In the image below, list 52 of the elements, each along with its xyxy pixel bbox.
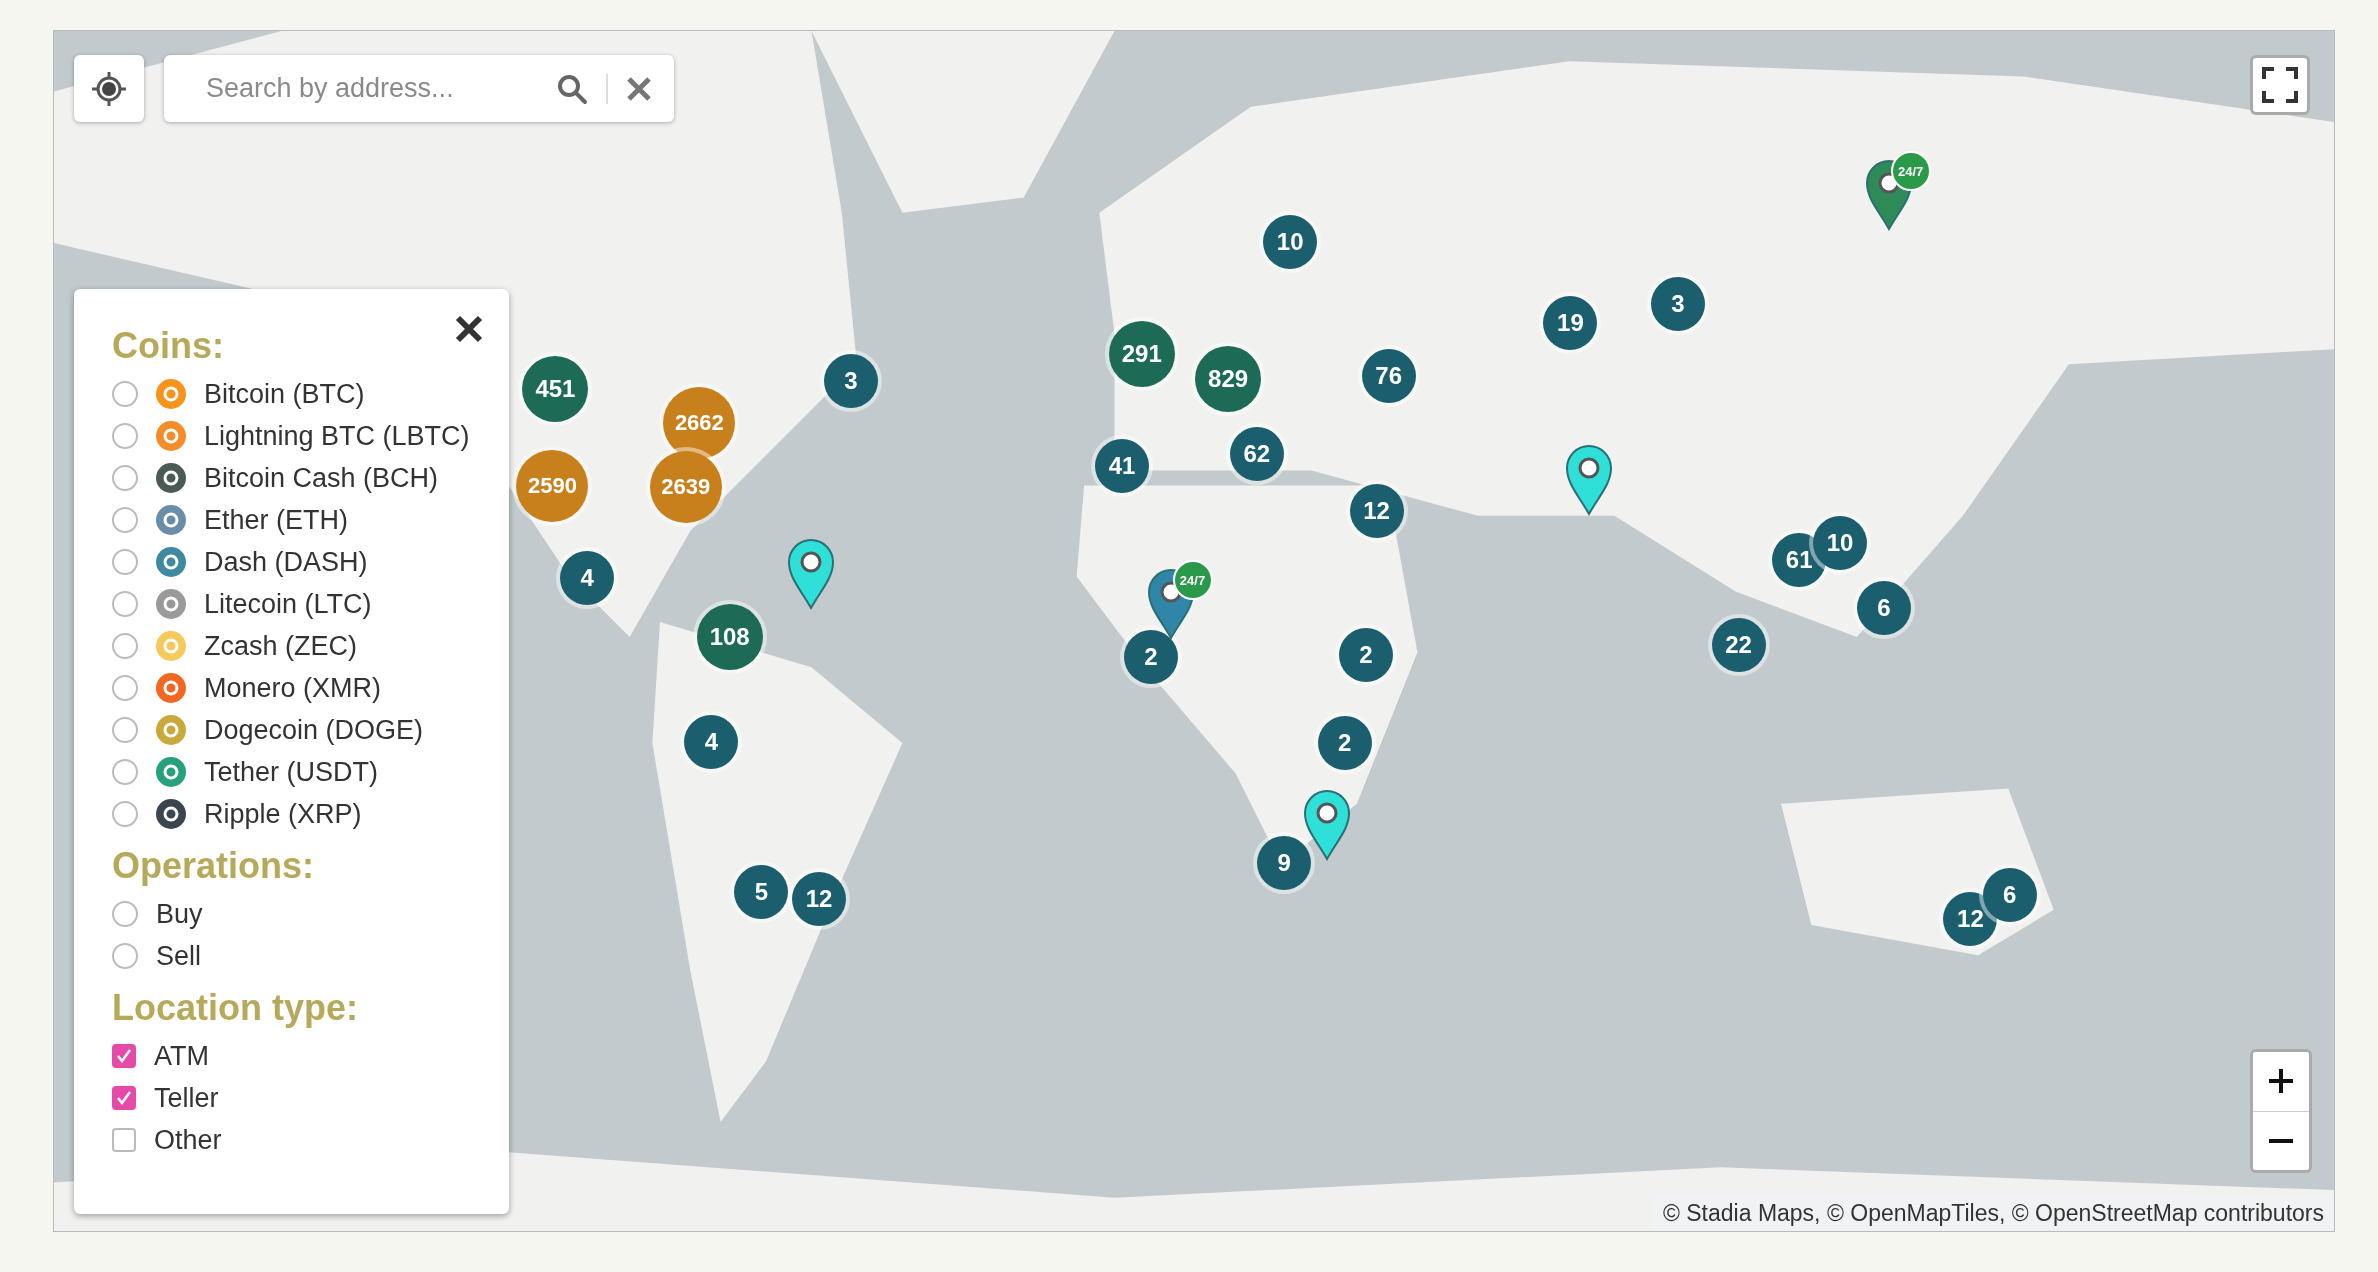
section-heading: Operations: bbox=[112, 845, 315, 887]
radio-button[interactable] bbox=[112, 759, 138, 785]
option-label: Tether (USDT) bbox=[204, 756, 379, 788]
checkbox[interactable] bbox=[112, 1086, 136, 1110]
radio-button[interactable] bbox=[112, 381, 138, 407]
option-label: Sell bbox=[156, 940, 202, 972]
zoom-out-button[interactable] bbox=[2253, 1110, 2309, 1170]
search-field[interactable]: Search by address... bbox=[204, 72, 538, 105]
minus-icon bbox=[2268, 1138, 2294, 1143]
radio-button[interactable] bbox=[112, 507, 138, 533]
locate-button[interactable] bbox=[74, 55, 144, 122]
option-label: Bitcoin Cash (BCH) bbox=[204, 462, 439, 494]
check-icon bbox=[115, 1047, 133, 1065]
radio-button[interactable] bbox=[112, 717, 138, 743]
option-label: Teller bbox=[154, 1082, 219, 1114]
option-label: ATM bbox=[154, 1040, 209, 1072]
location-pin-icon[interactable] bbox=[787, 537, 836, 610]
option-label: Other bbox=[154, 1124, 222, 1156]
radio-button[interactable] bbox=[112, 943, 138, 969]
option-label: Litecoin (LTC) bbox=[204, 588, 372, 620]
locate-icon bbox=[90, 69, 128, 108]
radio-button[interactable] bbox=[112, 633, 138, 659]
location-pin-icon[interactable] bbox=[1302, 789, 1351, 862]
radio-button[interactable] bbox=[112, 901, 138, 927]
plus-icon bbox=[2268, 1068, 2294, 1095]
option-label: Bitcoin (BTC) bbox=[204, 378, 365, 410]
option-label: Monero (XMR) bbox=[204, 672, 382, 704]
option-label: Ether (ETH) bbox=[204, 504, 349, 536]
search-bar[interactable]: Search by address... bbox=[164, 55, 674, 122]
option-label: Dash (DASH) bbox=[204, 546, 368, 578]
option-label: Lightning BTC (LBTC) bbox=[204, 420, 470, 452]
radio-button[interactable] bbox=[112, 423, 138, 449]
option-label: Zcash (ZEC) bbox=[204, 630, 357, 662]
radio-button[interactable] bbox=[112, 675, 138, 701]
radio-button[interactable] bbox=[112, 549, 138, 575]
fullscreen-icon bbox=[2261, 66, 2299, 104]
search-icon[interactable] bbox=[556, 72, 588, 105]
fullscreen-button[interactable] bbox=[2250, 55, 2310, 115]
section-heading: Coins: bbox=[112, 325, 224, 367]
option-label: Dogecoin (DOGE) bbox=[204, 714, 424, 746]
close-icon[interactable] bbox=[455, 315, 483, 343]
location-pin-icon[interactable] bbox=[1564, 443, 1613, 516]
checkbox[interactable] bbox=[112, 1044, 136, 1068]
radio-button[interactable] bbox=[112, 801, 138, 827]
radio-button[interactable] bbox=[112, 591, 138, 617]
option-label: Buy bbox=[156, 898, 203, 930]
option-label: Ripple (XRP) bbox=[204, 798, 362, 830]
checkbox[interactable] bbox=[112, 1128, 136, 1152]
radio-button[interactable] bbox=[112, 465, 138, 491]
check-icon bbox=[115, 1089, 133, 1107]
section-heading: Location type: bbox=[112, 987, 358, 1029]
map-attribution: © Stadia Maps, © OpenMapTiles, © OpenStreetMap contributors bbox=[1652, 1196, 2334, 1231]
